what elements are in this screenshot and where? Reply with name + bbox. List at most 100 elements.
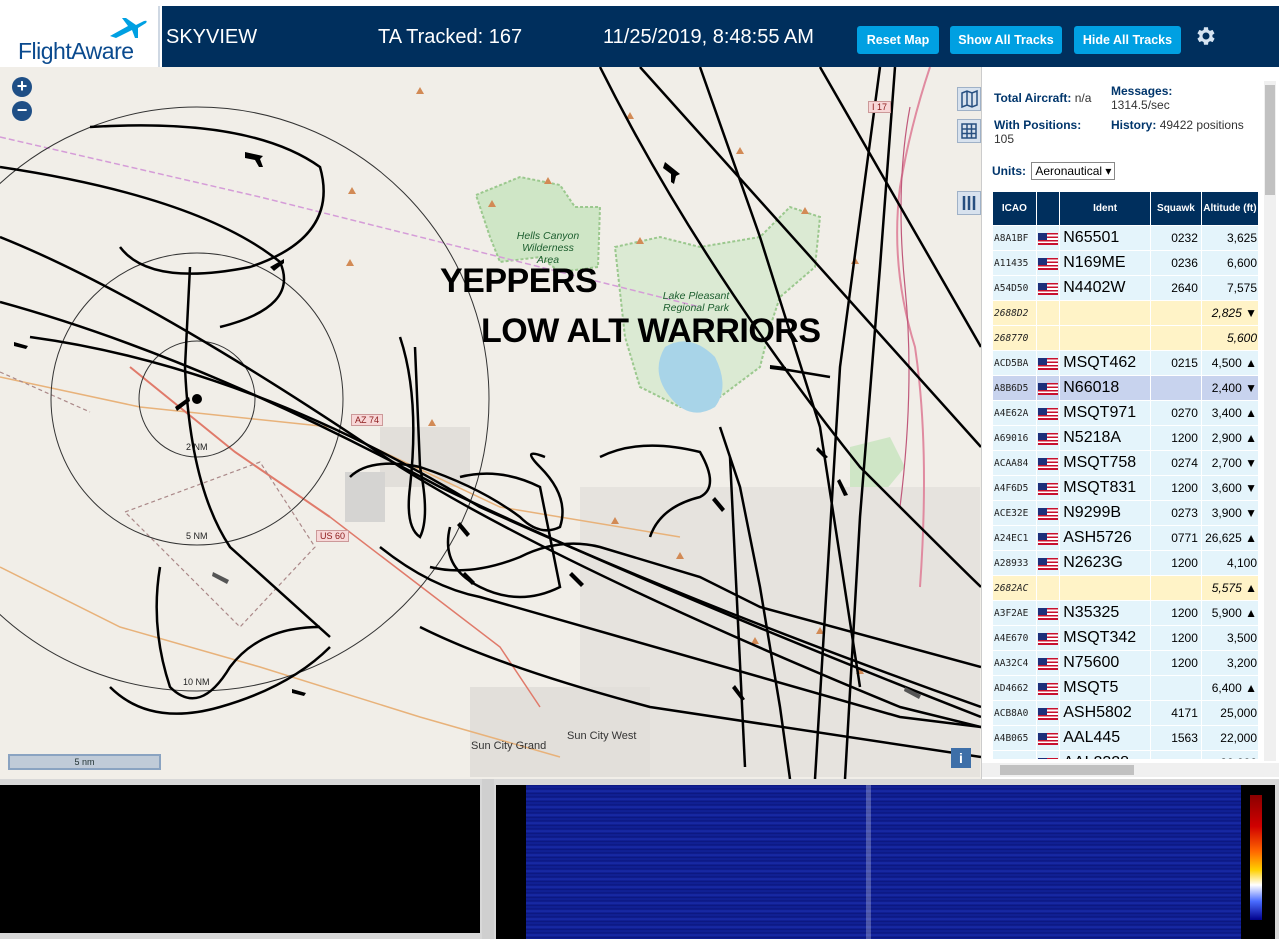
zoom-in-button[interactable]: + <box>12 77 32 97</box>
icao-cell: A4B065 <box>993 726 1036 750</box>
flag-cell <box>1036 451 1060 475</box>
us-flag-icon <box>1037 482 1058 495</box>
altitude-cell: 3,500 <box>1201 626 1258 650</box>
table-row[interactable]: 2688D2 2,825 ▼ <box>993 301 1258 325</box>
column-header-flag[interactable] <box>1036 192 1060 225</box>
table-row[interactable]: ADDA24 AAL2328 20,000 <box>993 751 1258 759</box>
us-flag-icon <box>1037 507 1058 520</box>
horizontal-scroll-thumb[interactable] <box>1000 765 1134 775</box>
info-icon[interactable]: i <box>951 748 971 768</box>
column-header-squawk[interactable]: Squawk <box>1150 192 1201 225</box>
hide-all-tracks-button[interactable]: Hide All Tracks <box>1074 26 1181 54</box>
flag-cell <box>1036 501 1060 525</box>
sun-city-grand-label: Sun City Grand <box>471 740 547 752</box>
flightaware-logo[interactable]: FlightAware <box>0 6 160 67</box>
table-row[interactable]: A11435 N169ME 0236 6,600 <box>993 251 1258 275</box>
altitude-cell: 5,900 ▲ <box>1201 601 1258 625</box>
squawk-cell: 0273 <box>1150 501 1201 525</box>
overlay-text-yeppers: YEPPERS <box>440 262 598 300</box>
altitude-cell: 6,600 <box>1201 251 1258 275</box>
range-ring-10nm-label: 10 NM <box>183 677 210 687</box>
table-row[interactable]: ACAA84 MSQT758 0274 2,700 ▼ <box>993 451 1258 475</box>
ident-cell <box>1060 301 1150 325</box>
squawk-cell <box>1150 301 1201 325</box>
ident-cell: N66018 <box>1060 376 1150 400</box>
table-row[interactable]: A3F2AE N35325 1200 5,900 ▲ <box>993 601 1258 625</box>
us-flag-icon <box>1037 432 1058 445</box>
range-ring-2nm-label: 2 NM <box>186 442 208 452</box>
table-row[interactable]: A4E670 MSQT342 1200 3,500 <box>993 626 1258 650</box>
table-row[interactable]: A69016 N5218A 1200 2,900 ▲ <box>993 426 1258 450</box>
altitude-cell: 2,400 ▼ <box>1201 376 1258 400</box>
squawk-cell <box>1150 376 1201 400</box>
squawk-cell: 1200 <box>1150 476 1201 500</box>
altitude-cell: 25,000 <box>1201 701 1258 725</box>
table-row[interactable]: A24EC1 ASH5726 0771 26,625 ▲ <box>993 526 1258 550</box>
ident-cell: MSQT831 <box>1060 476 1150 500</box>
flag-cell <box>1036 676 1060 700</box>
table-row[interactable]: ACD5BA MSQT462 0215 4,500 ▲ <box>993 351 1258 375</box>
squawk-cell: 1200 <box>1150 426 1201 450</box>
altitude-cell: 3,200 <box>1201 651 1258 675</box>
stat-total-aircraft: Total Aircraft: n/a <box>994 91 1091 105</box>
column-header-icao[interactable]: ICAO <box>993 192 1036 225</box>
map-layers-icon[interactable] <box>957 87 981 111</box>
table-row[interactable]: AA32C4 N75600 1200 3,200 <box>993 651 1258 675</box>
vertical-scroll-thumb[interactable] <box>1265 85 1275 195</box>
flag-cell <box>1036 701 1060 725</box>
hells-canyon-label: Hells Canyon Wilderness Area <box>516 230 580 266</box>
flag-cell <box>1036 226 1060 250</box>
table-row[interactable]: AD4662 MSQT5 6,400 ▲ <box>993 676 1258 700</box>
horizontal-scrollbar[interactable] <box>982 763 1279 777</box>
icao-cell: 268770 <box>993 326 1036 350</box>
icao-cell: ACD5BA <box>993 351 1036 375</box>
squawk-cell: 1200 <box>1150 651 1201 675</box>
altitude-cell: 22,000 <box>1201 726 1258 750</box>
units-label: Units: <box>992 164 1026 178</box>
table-row[interactable]: A28933 N2623G 1200 4,100 <box>993 551 1258 575</box>
header: FlightAware SKYVIEW TA Tracked: 167 11/2… <box>0 0 1279 67</box>
table-header-row: ICAO Ident Squawk Altitude (ft) <box>993 192 1258 225</box>
ident-cell: N169ME <box>1060 251 1150 275</box>
table-row[interactable]: 2682AC 5,575 ▲ <box>993 576 1258 600</box>
vertical-scrollbar[interactable] <box>1264 81 1276 761</box>
altitude-cell: 4,100 <box>1201 551 1258 575</box>
table-row[interactable]: A8B6D5 N66018 2,400 ▼ <box>993 376 1258 400</box>
flag-cell <box>1036 376 1060 400</box>
gear-icon[interactable] <box>1193 24 1217 48</box>
icao-cell: A54D50 <box>993 276 1036 300</box>
app-title: SKYVIEW <box>166 26 258 48</box>
altitude-cell: 20,000 <box>1201 751 1258 759</box>
table-row[interactable]: A4F6D5 MSQT831 1200 3,600 ▼ <box>993 476 1258 500</box>
map-view[interactable]: + − YEPPERS LOW ALT WARRIORS Hells Canyo… <box>0 67 981 779</box>
flag-cell <box>1036 351 1060 375</box>
ident-cell: MSQT342 <box>1060 626 1150 650</box>
table-row[interactable]: A4B065 AAL445 1563 22,000 <box>993 726 1258 750</box>
altitude-cell: 5,575 ▲ <box>1201 576 1258 600</box>
table-row[interactable]: ACE32E N9299B 0273 3,900 ▼ <box>993 501 1258 525</box>
stat-history-label: History: <box>1111 118 1157 132</box>
map-grid-icon[interactable] <box>957 119 981 143</box>
table-row[interactable]: A54D50 N4402W 2640 7,575 <box>993 276 1258 300</box>
reset-map-button[interactable]: Reset Map <box>857 26 939 54</box>
squawk-cell: 4171 <box>1150 701 1201 725</box>
map-columns-icon[interactable] <box>957 191 981 215</box>
show-all-tracks-button[interactable]: Show All Tracks <box>950 26 1062 54</box>
aircraft-table-wrapper: ICAO Ident Squawk Altitude (ft) A8A1BF N6… <box>992 191 1259 759</box>
logo-text: FlightAware <box>18 38 134 64</box>
squawk-cell <box>1150 576 1201 600</box>
icao-cell: 2688D2 <box>993 301 1036 325</box>
table-row[interactable]: ACB8A0 ASH5802 4171 25,000 <box>993 701 1258 725</box>
panel-divider[interactable] <box>482 779 494 939</box>
table-row[interactable]: 268770 5,600 <box>993 326 1258 350</box>
column-header-altitude[interactable]: Altitude (ft) <box>1201 192 1258 225</box>
table-row[interactable]: A8A1BF N65501 0232 3,625 <box>993 226 1258 250</box>
zoom-out-button[interactable]: − <box>12 101 32 121</box>
aircraft-sidebar: Total Aircraft: n/a Messages: 1314.5/sec… <box>981 67 1279 779</box>
column-header-ident[interactable]: Ident <box>1060 192 1150 225</box>
units-select[interactable]: Aeronautical ▾ <box>1031 162 1116 180</box>
units-select-value: Aeronautical <box>1035 164 1103 178</box>
flag-cell <box>1036 301 1060 325</box>
table-row[interactable]: A4E62A MSQT971 0270 3,400 ▲ <box>993 401 1258 425</box>
icao-cell: A4E670 <box>993 626 1036 650</box>
